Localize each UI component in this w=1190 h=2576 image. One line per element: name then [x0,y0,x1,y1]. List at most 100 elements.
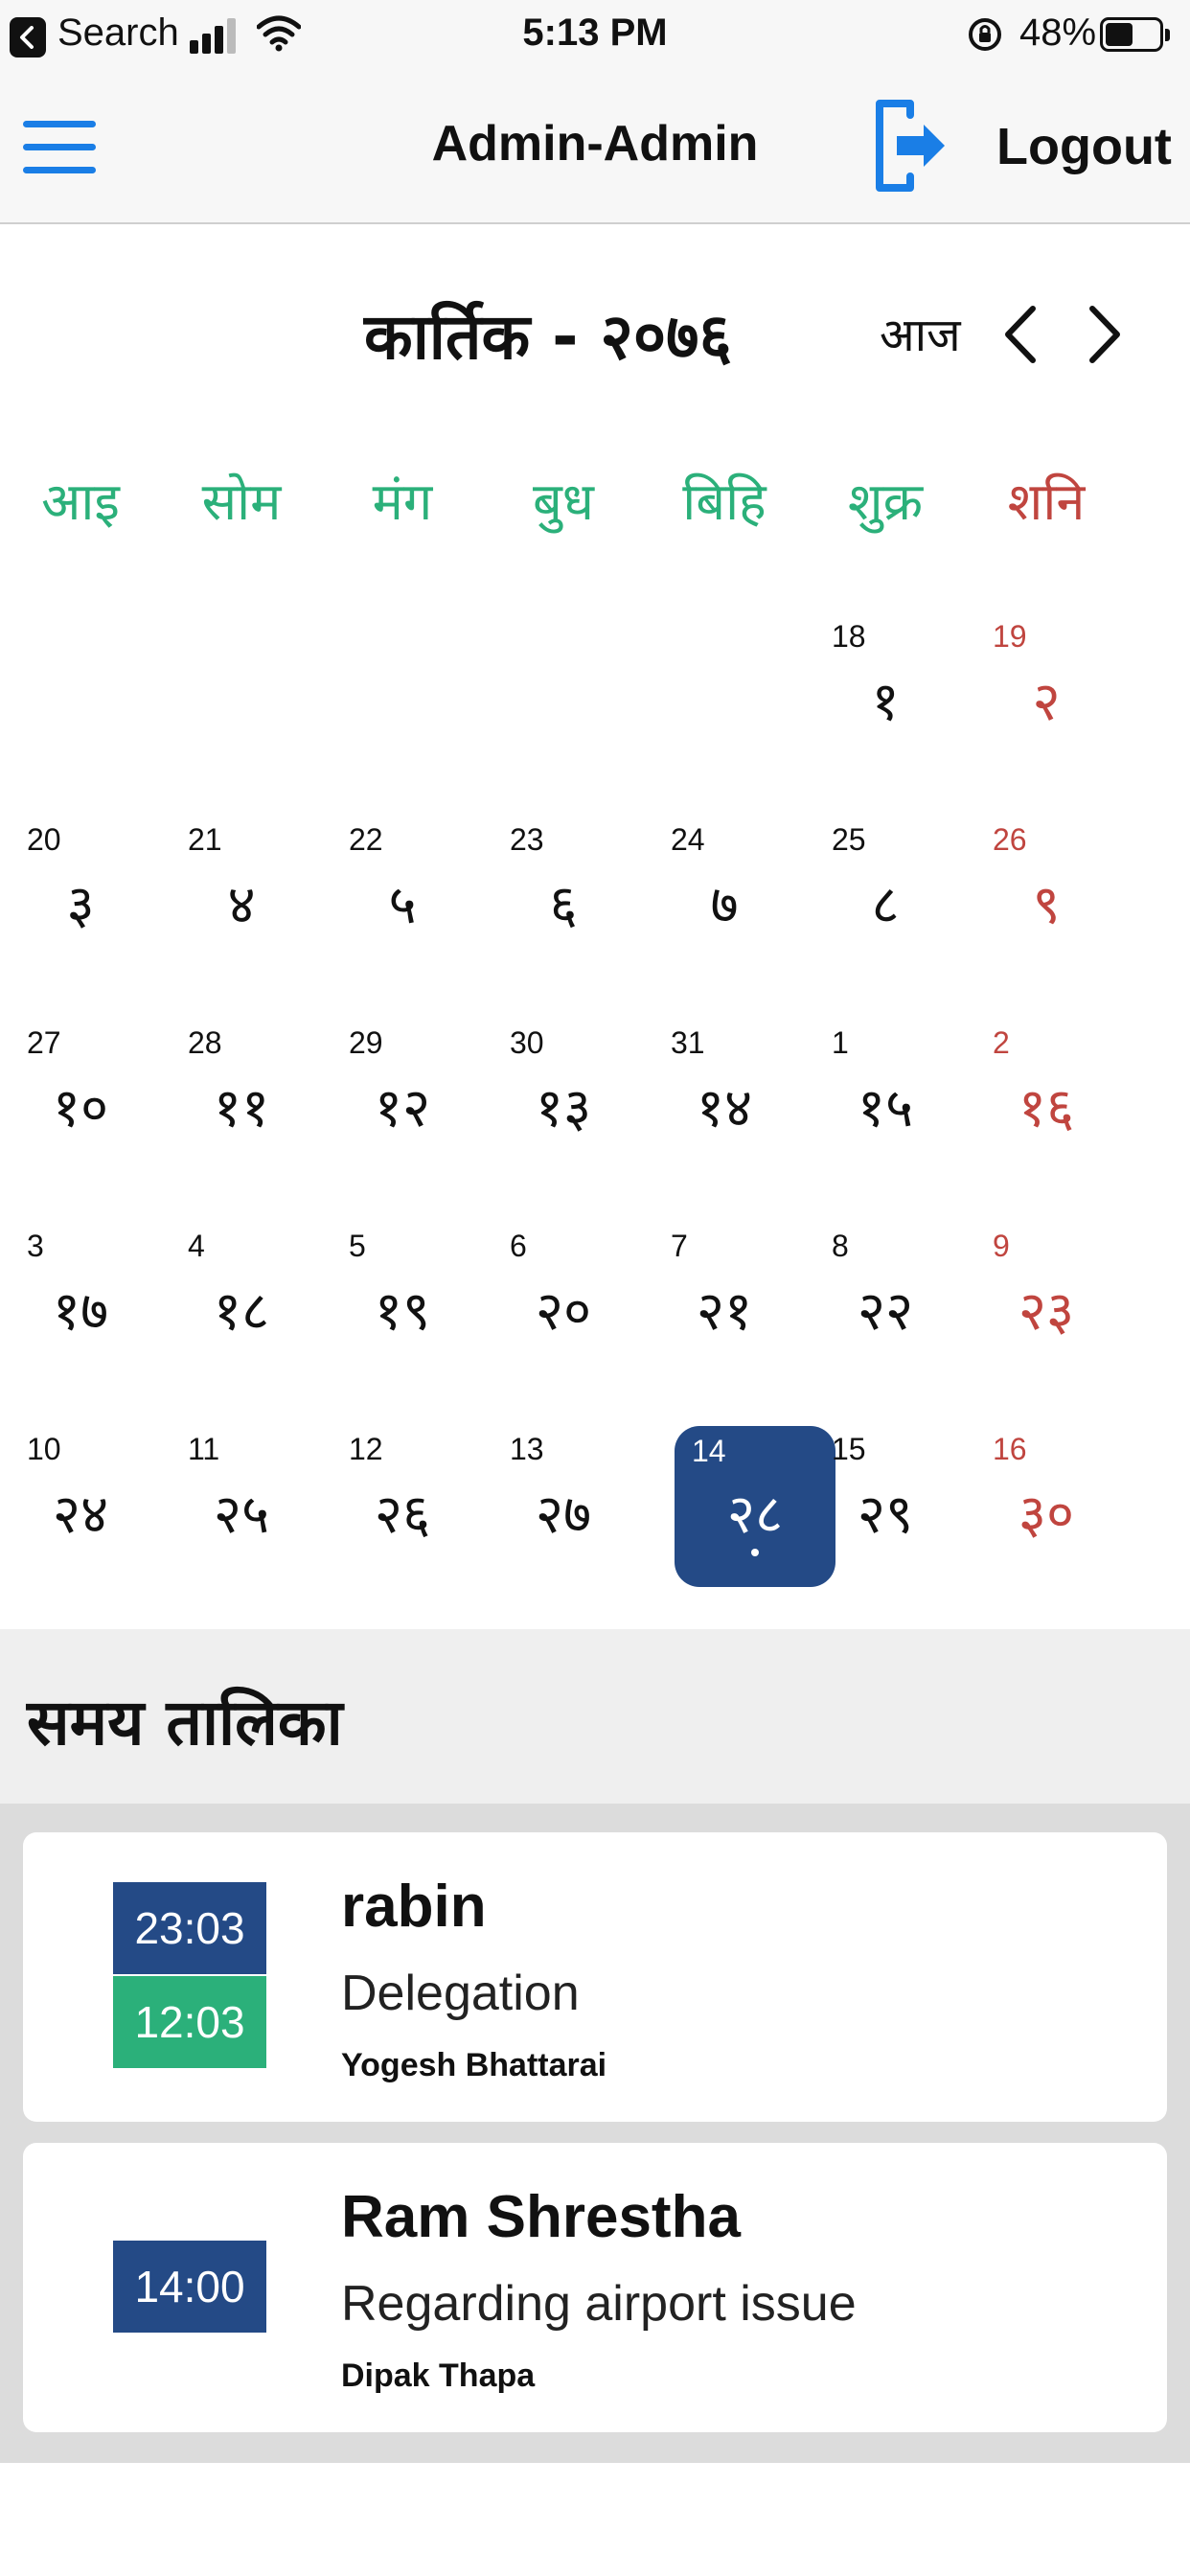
bs-date: १२ [374,1077,431,1139]
ad-date: 18 [832,619,866,654]
ad-date: 20 [27,822,61,857]
ad-date: 13 [510,1432,544,1466]
schedule-list: 23:03 12:03 rabin Delegation Yogesh Bhat… [0,1804,1190,2463]
calendar-day-cell[interactable]: 2 १६ [966,1000,1127,1163]
calendar-day-cell[interactable]: 21 ४ [161,797,322,960]
bs-date: १५ [857,1077,914,1139]
calendar-day-cell[interactable]: 22 ५ [322,797,483,960]
ad-date: 2 [993,1025,1010,1060]
schedule-card[interactable]: 23:03 12:03 rabin Delegation Yogesh Bhat… [23,1832,1167,2122]
calendar-day-cell[interactable]: 25 ८ [805,797,966,960]
ad-date: 8 [832,1229,849,1263]
bs-date: १७ [52,1280,109,1343]
ad-date: 3 [27,1229,44,1263]
meeting-subject: Delegation [341,1966,580,2021]
calendar-day-cell[interactable]: 31 १४ [644,1000,805,1163]
ad-date: 5 [349,1229,366,1263]
ad-date: 24 [671,822,705,857]
month-title: कार्तिक - २०७६ [364,300,732,374]
bs-date: २० [535,1280,592,1343]
bs-date: ३ [66,874,95,936]
ad-date: 29 [349,1025,383,1060]
ad-date: 1 [832,1025,849,1060]
ad-date: 16 [993,1432,1027,1466]
calendar-day-cell[interactable]: 1 १५ [805,1000,966,1163]
status-time: 5:13 PM [522,12,668,54]
calendar-day-cell[interactable]: 9 २३ [966,1204,1127,1367]
calendar-day-cell[interactable]: 12 २६ [322,1407,483,1570]
calendar-day-cell[interactable]: 5 १९ [322,1204,483,1367]
bs-date: ४ [227,874,256,936]
meeting-person: rabin [341,1874,487,1940]
ad-date: 25 [832,822,866,857]
bs-date: १६ [1018,1077,1075,1139]
calendar-day-cell[interactable]: 16 ३० [966,1407,1127,1570]
ad-date: 27 [27,1025,61,1060]
bs-date: ९ [1032,874,1061,936]
calendar-day-cell[interactable]: 20 ३ [0,797,161,960]
calendar-day-cell[interactable]: 24 ७ [644,797,805,960]
weekday-sat: शनि [1007,472,1086,532]
ad-date: 23 [510,822,544,857]
calendar-day-cell[interactable]: 29 १२ [322,1000,483,1163]
logout-icon [876,100,945,192]
ad-date: 26 [993,822,1027,857]
calendar-day-cell[interactable]: 11 २५ [161,1407,322,1570]
battery-percent: 48% [1019,12,1097,54]
logout-button[interactable]: Logout [872,94,1179,201]
rotation-lock-icon [969,18,1001,51]
ad-date: 30 [510,1025,544,1060]
calendar-day-cell[interactable]: 10 २४ [0,1407,161,1570]
today-button[interactable]: आज [880,303,961,365]
bs-date: १३ [535,1077,592,1139]
bs-date: २७ [535,1484,592,1546]
bs-date: १ [871,671,900,733]
meeting-person: Ram Shrestha [341,2184,741,2250]
bs-date: २९ [857,1484,914,1546]
bs-date: ७ [710,874,739,936]
calendar-day-cell[interactable]: 26 ९ [966,797,1127,960]
bs-date: ६ [549,874,578,936]
battery-icon [1100,17,1170,52]
calendar-day-cell[interactable]: 6 २० [483,1204,644,1367]
meeting-subject: Regarding airport issue [341,2276,857,2332]
ad-date: 19 [993,619,1027,654]
next-month-button[interactable] [1081,301,1129,368]
bs-date: २४ [52,1484,109,1546]
ad-date: 9 [993,1229,1010,1263]
calendar-day-cell[interactable]: 7 २१ [644,1204,805,1367]
ad-date: 10 [27,1432,61,1466]
top-nav-bar: Admin-Admin Logout [0,73,1190,224]
schedule-title: समय तालिका [27,1686,343,1760]
calendar-day-cell[interactable]: 19 २ [966,594,1127,757]
bs-date: ३० [1018,1484,1075,1546]
calendar-day-cell[interactable]: 15 २९ [805,1407,966,1570]
ad-date: 7 [671,1229,688,1263]
weekday-sun: आइ [41,472,120,532]
calendar-day-cell[interactable]: 28 ११ [161,1000,322,1163]
calendar-day-cell[interactable]: 13 २७ [483,1407,644,1570]
weekday-wed: बुध [532,472,595,532]
bs-date: ८ [871,874,900,936]
ad-date: 22 [349,822,383,857]
bs-date: १९ [374,1280,431,1343]
end-time-badge: 12:03 [113,1976,266,2068]
calendar-day-cell[interactable]: 30 १३ [483,1000,644,1163]
bs-date: २५ [213,1484,270,1546]
calendar-day-cell[interactable]: 4 १८ [161,1204,322,1367]
bs-date: १४ [696,1077,753,1139]
calendar-day-cell[interactable]: 8 २२ [805,1204,966,1367]
calendar-day-cell[interactable]: 18 १ [805,594,966,757]
status-bar: Search 5:13 PM 48% [0,0,1190,73]
schedule-card[interactable]: 14:00 Ram Shrestha Regarding airport iss… [23,2143,1167,2432]
event-indicator-dot [751,1549,759,1556]
calendar-day-cell[interactable]: 3 १७ [0,1204,161,1367]
previous-month-button[interactable] [996,301,1044,368]
bs-date: २ [1032,671,1061,733]
chevron-left-icon [1005,306,1036,363]
bs-date: २१ [696,1280,753,1343]
bs-date: १८ [213,1280,270,1343]
calendar-day-cell[interactable]: 27 १० [0,1000,161,1163]
weekday-tue: मंग [372,472,433,532]
calendar-day-cell[interactable]: 23 ६ [483,797,644,960]
